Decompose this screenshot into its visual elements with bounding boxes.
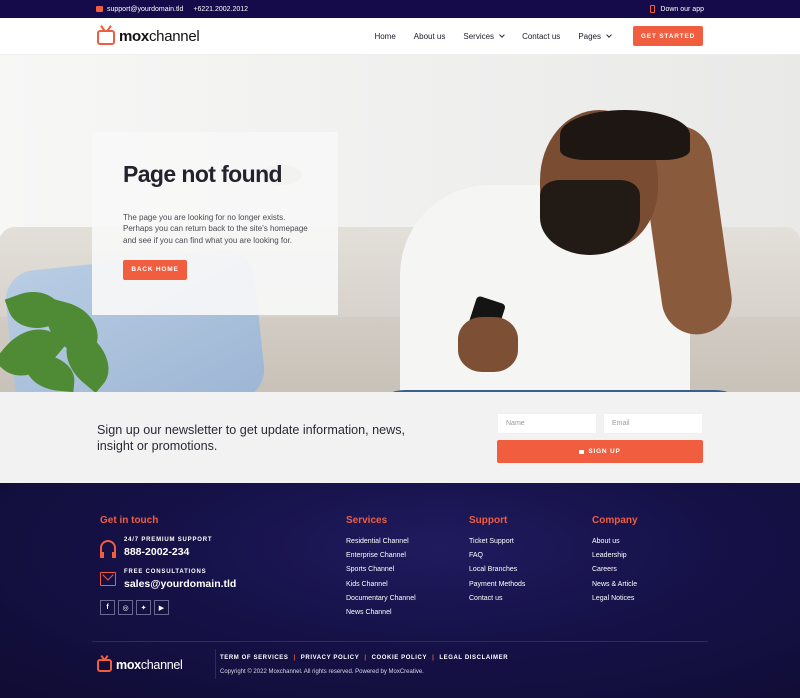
legal-link-privacy[interactable]: PRIVACY POLICY	[301, 655, 360, 661]
company-links: About us Leadership Careers News & Artic…	[592, 538, 637, 609]
sign-up-label: SIGN UP	[588, 448, 621, 455]
footer-link[interactable]: Contact us	[469, 595, 525, 609]
logo-text-rest: channel	[148, 27, 200, 45]
hero-section: Page not found The page you are looking …	[0, 55, 800, 392]
footer-link[interactable]: Documentary Channel	[346, 595, 416, 609]
services-title: Services	[346, 515, 388, 526]
legal-separator: |	[432, 655, 435, 661]
nav-home[interactable]: Home	[374, 32, 395, 41]
headset-icon	[100, 540, 116, 558]
legal-link-terms[interactable]: TERM OF SERVICES	[220, 655, 289, 661]
nav-about-label: About us	[413, 31, 446, 41]
support-links: Ticket Support FAQ Local Branches Paymen…	[469, 538, 525, 609]
topbar-phone-text: +6221.2002.2012	[193, 5, 249, 13]
contact-title: Get in touch	[100, 515, 159, 526]
twitter-icon[interactable]: ✦	[136, 600, 151, 615]
chevron-down-icon	[606, 32, 612, 38]
nav-pages[interactable]: Pages	[578, 31, 612, 41]
person-hair	[560, 110, 690, 160]
top-bar: support@yourdomain.tld +6221.2002.2012 D…	[0, 0, 800, 252]
facebook-icon[interactable]: f	[100, 600, 115, 615]
mobile-icon	[650, 5, 656, 13]
legal-link-cookie[interactable]: COOKIE POLICY	[372, 655, 427, 661]
envelope-icon	[579, 449, 585, 454]
footer-logo[interactable]: mox channel	[97, 657, 183, 672]
company-title: Company	[592, 515, 638, 526]
name-input[interactable]: Name	[497, 413, 597, 434]
nav-about[interactable]: About us	[414, 32, 446, 41]
sign-up-button[interactable]: SIGN UP	[497, 440, 703, 463]
footer-link[interactable]: Ticket Support	[469, 538, 525, 552]
nav-contact[interactable]: Contact us	[522, 32, 560, 41]
nav-pages-label: Pages	[578, 31, 601, 41]
copyright-text: Copyright © 2022 Moxchannel. All rights …	[220, 669, 424, 675]
newsletter-section: Sign up our newsletter to get update inf…	[0, 392, 800, 483]
site-header: mox channel Home About us Services Contac…	[0, 18, 800, 55]
topbar-app-text: Down our app	[660, 5, 704, 13]
newsletter-text: Sign up our newsletter to get update inf…	[97, 423, 406, 453]
email-input[interactable]: Email	[603, 413, 703, 434]
logo-text-bold: mox	[116, 657, 141, 672]
footer-link[interactable]: Enterprise Channel	[346, 552, 416, 566]
social-links: f ◎ ✦ ▶	[100, 600, 172, 615]
mail-icon	[96, 6, 103, 12]
back-home-button[interactable]: BACK HOME	[123, 259, 187, 280]
youtube-icon[interactable]: ▶	[154, 600, 169, 615]
consult-email[interactable]: sales@yourdomain.tld	[124, 578, 236, 590]
footer-link[interactable]: Careers	[592, 566, 637, 580]
footer-link[interactable]: Leadership	[592, 552, 637, 566]
nav-services-label: Services	[463, 31, 495, 41]
person-hand	[458, 317, 518, 372]
support-label: 24/7 PREMIUM SUPPORT	[124, 537, 213, 543]
footer-link[interactable]: FAQ	[469, 552, 525, 566]
logo-text-rest: channel	[140, 657, 183, 672]
services-links: Residential Channel Enterprise Channel S…	[346, 538, 416, 623]
nav-services[interactable]: Services	[463, 31, 505, 41]
legal-links: TERM OF SERVICES | PRIVACY POLICY | COOK…	[220, 655, 508, 661]
tv-logo-icon	[97, 30, 115, 45]
footer-link[interactable]: Local Branches	[469, 566, 525, 580]
footer-vertical-divider	[215, 649, 216, 679]
site-footer: Get in touch 24/7 PREMIUM SUPPORT 888-20…	[0, 483, 800, 698]
footer-link[interactable]: Legal Notices	[592, 595, 637, 609]
legal-separator: |	[293, 655, 296, 661]
not-found-message: The page you are looking for no longer e…	[123, 213, 308, 245]
mail-icon	[100, 572, 116, 586]
nav-home-label: Home	[374, 31, 396, 41]
footer-divider	[92, 641, 708, 642]
topbar-phone[interactable]: +6221.2002.2012	[193, 5, 477, 252]
footer-link[interactable]: News Channel	[346, 609, 416, 623]
footer-link[interactable]: Payment Methods	[469, 581, 525, 595]
footer-link[interactable]: Sports Channel	[346, 566, 416, 580]
tv-logo-icon	[97, 659, 112, 672]
nav-contact-label: Contact us	[522, 31, 561, 41]
topbar-email-text: support@yourdomain.tld	[107, 5, 184, 13]
support-title: Support	[469, 515, 508, 526]
support-phone[interactable]: 888-2002-234	[124, 546, 189, 558]
legal-separator: |	[364, 655, 367, 661]
page-title: Page not found	[123, 161, 283, 187]
footer-link[interactable]: About us	[592, 538, 637, 552]
get-started-button[interactable]: GET STARTED	[633, 26, 703, 46]
footer-link[interactable]: News & Article	[592, 581, 637, 595]
logo-text-bold: mox	[119, 27, 149, 45]
instagram-icon[interactable]: ◎	[118, 600, 133, 615]
person-beard	[540, 180, 640, 255]
consult-label: FREE CONSULTATIONS	[124, 569, 207, 575]
chevron-down-icon	[499, 32, 505, 38]
site-logo[interactable]: mox channel	[97, 27, 200, 45]
footer-link[interactable]: Kids Channel	[346, 581, 416, 595]
legal-link-disclaimer[interactable]: LEGAL DISCLAIMER	[439, 655, 508, 661]
not-found-card: Page not found The page you are looking …	[92, 132, 338, 315]
topbar-app-link[interactable]: Down our app	[650, 5, 704, 13]
footer-link[interactable]: Residential Channel	[346, 538, 416, 552]
topbar-email[interactable]: support@yourdomain.tld	[96, 6, 183, 13]
main-nav: Home About us Services Contact us Pages …	[356, 26, 703, 46]
